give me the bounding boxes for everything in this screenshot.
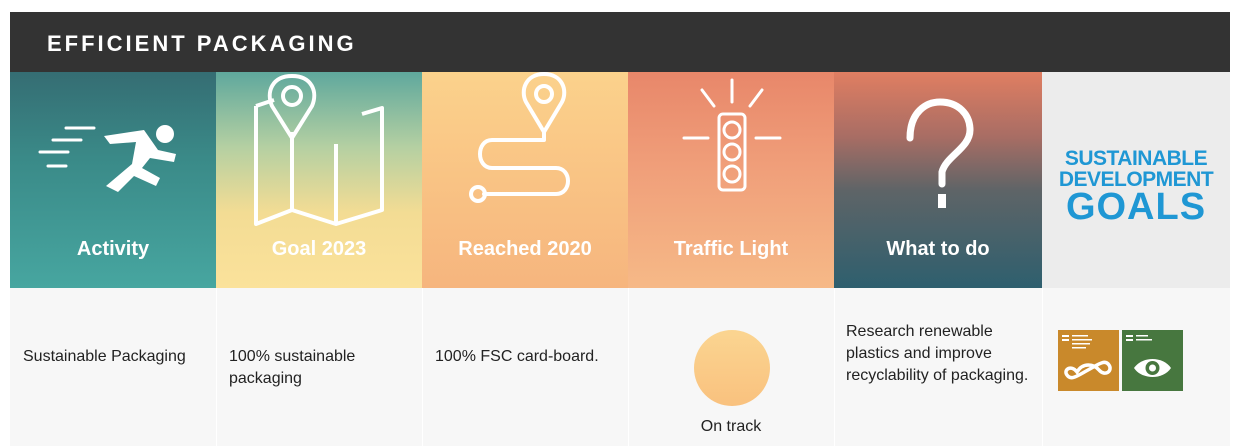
column-divider — [628, 288, 629, 446]
traffic-light-status-label: On track — [700, 418, 762, 435]
reached-2020-text: 100% FSC card-board. — [435, 348, 599, 365]
cell-reached-2020: 100% FSC card-board. — [422, 288, 628, 446]
column-divider — [834, 288, 835, 446]
cell-sdg-icons — [1042, 288, 1230, 446]
header-what-to-do-label: What to do — [886, 238, 990, 260]
map-pin-icon — [254, 74, 384, 226]
column-divider — [422, 288, 423, 446]
header-sdg-logo: SUSTAINABLE DEVELOPMENT GOALS — [1042, 72, 1230, 288]
header-reached-2020-label: Reached 2020 — [458, 238, 592, 260]
activity-text: Sustainable Packaging — [23, 348, 186, 365]
cell-activity: Sustainable Packaging — [10, 288, 216, 446]
header-traffic-light-label: Traffic Light — [673, 238, 789, 260]
what-to-do-text: Research renewable plastics and improve … — [846, 323, 1029, 384]
question-mark-icon — [906, 98, 974, 208]
header-reached-2020: Reached 2020 — [422, 72, 628, 288]
header-traffic-light: Traffic Light — [628, 72, 834, 288]
cell-what-to-do: Research renewable plastics and improve … — [834, 288, 1042, 446]
sdg-logo-line3: GOALS — [1065, 186, 1207, 228]
title-bar: EFFICIENT PACKAGING — [10, 12, 1230, 72]
cell-traffic-light: On track — [628, 288, 834, 446]
column-divider — [1042, 288, 1043, 446]
goal-2023-text: 100% sustainable packaging — [229, 348, 356, 387]
column-divider — [216, 288, 217, 446]
cell-goal-2023: 100% sustainable packaging — [216, 288, 422, 446]
traffic-light-status-dot — [694, 330, 770, 406]
route-icon — [469, 72, 570, 203]
sdg-13-icon — [1122, 330, 1183, 391]
header-goal-2023: Goal 2023 — [216, 72, 422, 288]
sdg-12-icon — [1058, 330, 1119, 391]
header-goal-2023-label: Goal 2023 — [271, 238, 367, 260]
header-activity-label: Activity — [76, 238, 150, 260]
page-title: EFFICIENT PACKAGING — [47, 31, 357, 56]
header-activity: Activity — [10, 72, 216, 288]
traffic-light-icon — [682, 78, 782, 192]
header-what-to-do: What to do — [834, 72, 1042, 288]
running-person-icon — [38, 125, 176, 192]
